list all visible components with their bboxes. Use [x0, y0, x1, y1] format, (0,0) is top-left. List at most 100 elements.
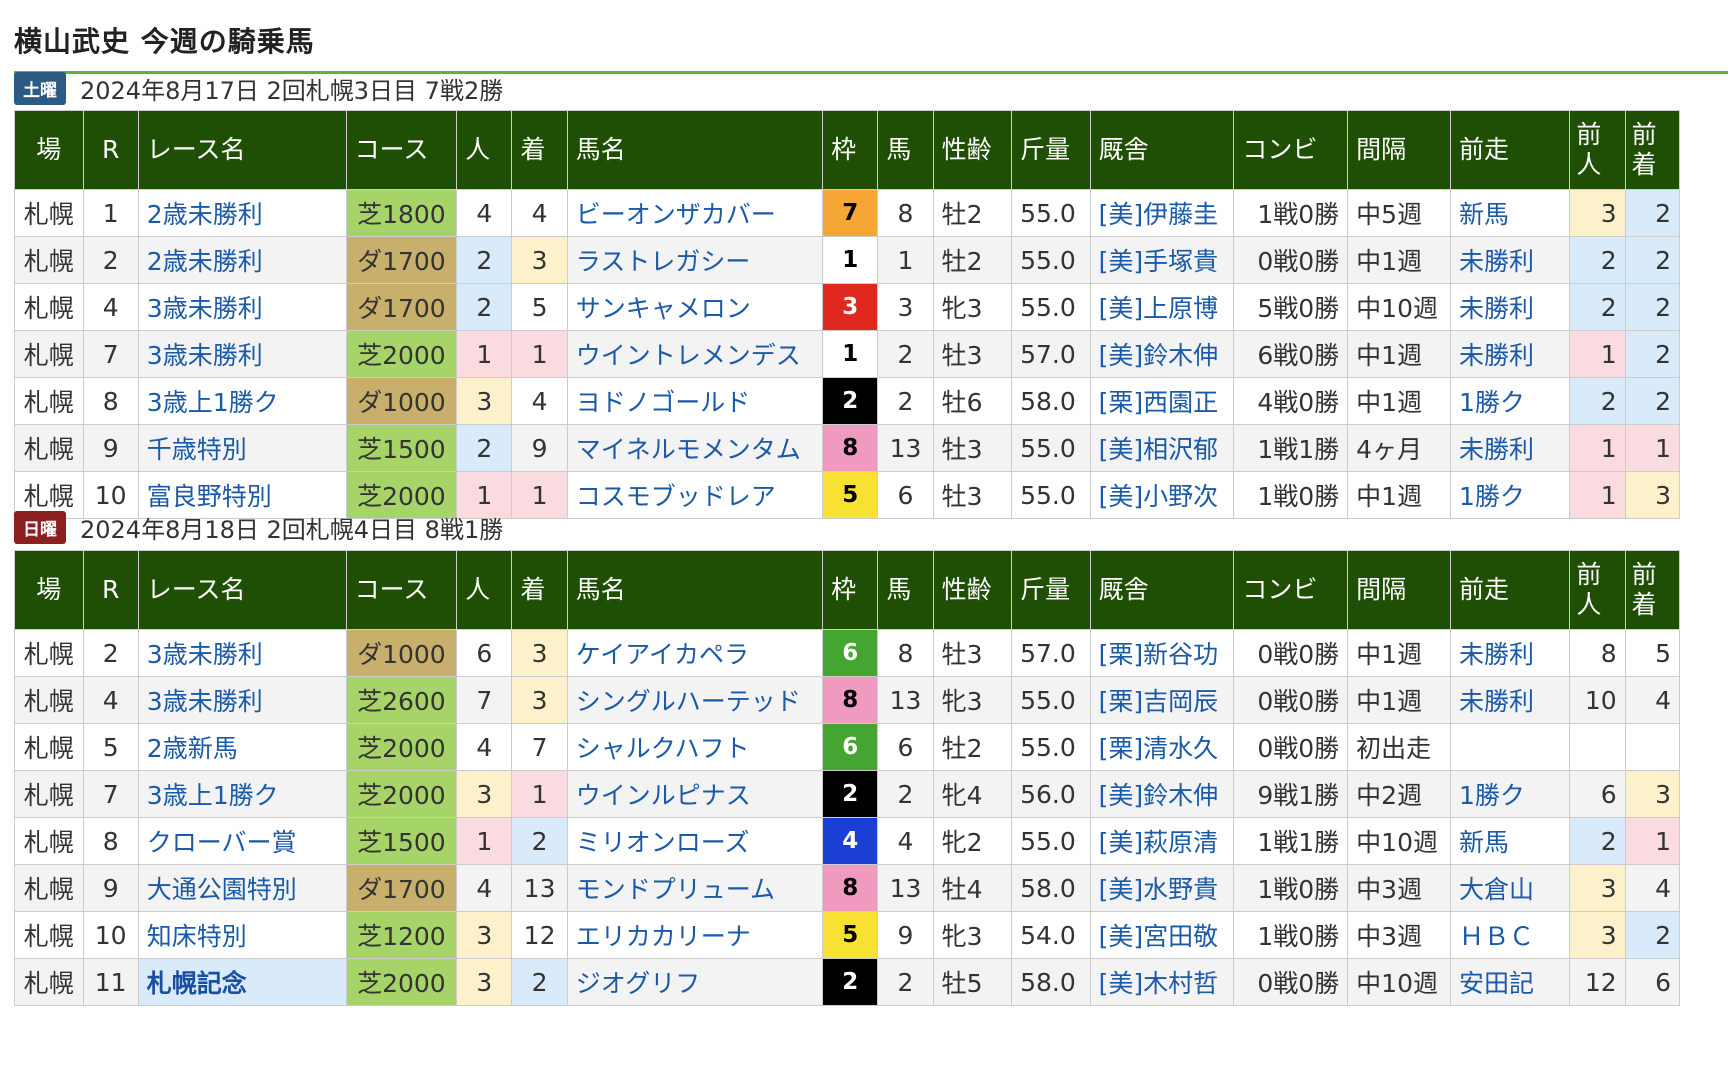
previous-race-link[interactable]: 未勝利 — [1449, 424, 1571, 472]
previous-race-link[interactable]: 1勝ク — [1449, 770, 1571, 818]
race-name-link[interactable]: 2歳未勝利 — [137, 189, 347, 237]
horse-name-link[interactable]: ウイントレメンデス — [566, 330, 824, 378]
cell-prev-pop: 2 — [1569, 236, 1626, 284]
cell-prev-pop: 2 — [1569, 283, 1626, 331]
horse-name-link[interactable]: ラストレガシー — [566, 236, 824, 284]
previous-race-link[interactable]: 安田記 — [1449, 958, 1571, 1006]
column-header: 厩舎 — [1089, 110, 1235, 190]
horse-name-link[interactable]: マイネルモメンタム — [566, 424, 824, 472]
cell-combo: 1戦0勝 — [1233, 189, 1349, 237]
table-row: 札幌 9 大通公園特別 ダ1700 4 13 モンドプリューム 8 13 牡4 58.0 [美]水野貴… — [14, 864, 1681, 912]
race-name-link[interactable]: 2歳新馬 — [137, 723, 347, 771]
race-name-link[interactable]: 知床特別 — [137, 911, 347, 959]
cell-prev-pop: 1 — [1569, 330, 1626, 378]
race-name-link[interactable]: 3歳未勝利 — [137, 330, 347, 378]
stable-link[interactable]: [美]相沢郁 — [1089, 424, 1235, 472]
previous-race-link[interactable]: 新馬 — [1449, 817, 1571, 865]
day-info: 2024年8月18日 2回札幌4日目 8戦1勝 — [80, 515, 504, 544]
previous-race-link[interactable]: 1勝ク — [1449, 377, 1571, 425]
cell-pop: 4 — [456, 189, 513, 237]
previous-race-link[interactable]: 未勝利 — [1449, 236, 1571, 284]
race-name-link[interactable]: 3歳未勝利 — [137, 283, 347, 331]
cell-prev-pop: 10 — [1569, 676, 1626, 724]
stable-link[interactable]: [栗]西園正 — [1089, 377, 1235, 425]
stable-link[interactable]: [美]鈴木伸 — [1089, 330, 1235, 378]
stable-link[interactable]: [美]手塚貴 — [1089, 236, 1235, 284]
stable-link[interactable]: [美]萩原清 — [1089, 817, 1235, 865]
race-name-link[interactable]: クローバー賞 — [137, 817, 347, 865]
page-title: 横山武史 今週の騎乗馬 — [14, 25, 315, 58]
horse-name-link[interactable]: ケイアイカペラ — [566, 629, 824, 677]
race-name-link[interactable]: 3歳上1勝ク — [137, 770, 347, 818]
cell-num: 3 — [877, 283, 934, 331]
horse-name-link[interactable]: ジオグリフ — [566, 958, 824, 1006]
stable-link[interactable]: [美]小野次 — [1089, 471, 1235, 519]
cell-prev-pop: 3 — [1569, 864, 1626, 912]
previous-race-link[interactable]: ＨＢＣ — [1449, 911, 1571, 959]
cell-prev-fin: 2 — [1624, 283, 1681, 331]
cell-combo: 9戦1勝 — [1233, 770, 1349, 818]
stable-link[interactable]: [美]鈴木伸 — [1089, 770, 1235, 818]
cell-course: 芝2000 — [345, 770, 458, 818]
column-header: 厩舎 — [1089, 550, 1235, 630]
horse-name-link[interactable]: ヨドノゴールド — [566, 377, 824, 425]
cell-pop: 2 — [456, 424, 513, 472]
stable-link[interactable]: [栗]清水久 — [1089, 723, 1235, 771]
column-header: 枠 — [822, 550, 879, 630]
cell-prev-fin: 4 — [1624, 676, 1681, 724]
cell-sex: 牡2 — [932, 723, 1013, 771]
stable-link[interactable]: [美]伊藤圭 — [1089, 189, 1235, 237]
race-name-link[interactable]: 3歳上1勝ク — [137, 377, 347, 425]
race-name-link[interactable]: 札幌記念 — [137, 958, 347, 1006]
previous-race-link[interactable]: 大倉山 — [1449, 864, 1571, 912]
cell-waku: 8 — [822, 864, 879, 912]
race-name-link[interactable]: 千歳特別 — [137, 424, 347, 472]
column-header: 前人 — [1569, 110, 1626, 190]
cell-sex: 牡6 — [932, 377, 1013, 425]
race-name-link[interactable]: 3歳未勝利 — [137, 676, 347, 724]
horse-name-link[interactable]: サンキャメロン — [566, 283, 824, 331]
column-header: R — [82, 550, 139, 630]
cell-course: ダ1700 — [345, 236, 458, 284]
column-header: コース — [345, 110, 458, 190]
stable-link[interactable]: [美]木村哲 — [1089, 958, 1235, 1006]
column-header: 場 — [14, 110, 84, 190]
stable-link[interactable]: [美]上原博 — [1089, 283, 1235, 331]
cell-combo: 0戦0勝 — [1233, 958, 1349, 1006]
previous-race-link[interactable]: 1勝ク — [1449, 471, 1571, 519]
race-name-link[interactable]: 2歳未勝利 — [137, 236, 347, 284]
column-header: 馬名 — [566, 110, 824, 190]
cell-waku: 1 — [822, 236, 879, 284]
cell-num: 13 — [877, 676, 934, 724]
cell-prev-pop: 1 — [1569, 424, 1626, 472]
previous-race-link[interactable]: 未勝利 — [1449, 676, 1571, 724]
horse-name-link[interactable]: エリカカリーナ — [566, 911, 824, 959]
cell-venue: 札幌 — [14, 236, 84, 284]
cell-combo: 0戦0勝 — [1233, 676, 1349, 724]
horse-name-link[interactable]: ウインルピナス — [566, 770, 824, 818]
previous-race-link[interactable]: 新馬 — [1449, 189, 1571, 237]
horse-name-link[interactable]: モンドプリューム — [566, 864, 824, 912]
stable-link[interactable]: [栗]新谷功 — [1089, 629, 1235, 677]
cell-num: 6 — [877, 723, 934, 771]
stable-link[interactable]: [美]宮田敬 — [1089, 911, 1235, 959]
stable-link[interactable]: [美]水野貴 — [1089, 864, 1235, 912]
horse-name-link[interactable]: ミリオンローズ — [566, 817, 824, 865]
cell-r: 5 — [82, 723, 139, 771]
horse-name-link[interactable]: ビーオンザカバー — [566, 189, 824, 237]
race-name-link[interactable]: 大通公園特別 — [137, 864, 347, 912]
horse-name-link[interactable]: シャルクハフト — [566, 723, 824, 771]
race-name-link[interactable]: 3歳未勝利 — [137, 629, 347, 677]
previous-race-link[interactable]: 未勝利 — [1449, 283, 1571, 331]
cell-r: 2 — [82, 629, 139, 677]
cell-interval: 中2週 — [1347, 770, 1451, 818]
horse-name-link[interactable]: シングルハーテッド — [566, 676, 824, 724]
previous-race-link[interactable]: 未勝利 — [1449, 330, 1571, 378]
table-row: 札幌 7 3歳未勝利 芝2000 1 1 ウイントレメンデス 1 2 牡3 57.0 [美]鈴木伸 6戦… — [14, 330, 1681, 378]
cell-waku: 1 — [822, 330, 879, 378]
horse-name-link[interactable]: コスモブッドレア — [566, 471, 824, 519]
stable-link[interactable]: [栗]吉岡辰 — [1089, 676, 1235, 724]
column-header: 枠 — [822, 110, 879, 190]
cell-prev-fin: 2 — [1624, 911, 1681, 959]
previous-race-link[interactable]: 未勝利 — [1449, 629, 1571, 677]
